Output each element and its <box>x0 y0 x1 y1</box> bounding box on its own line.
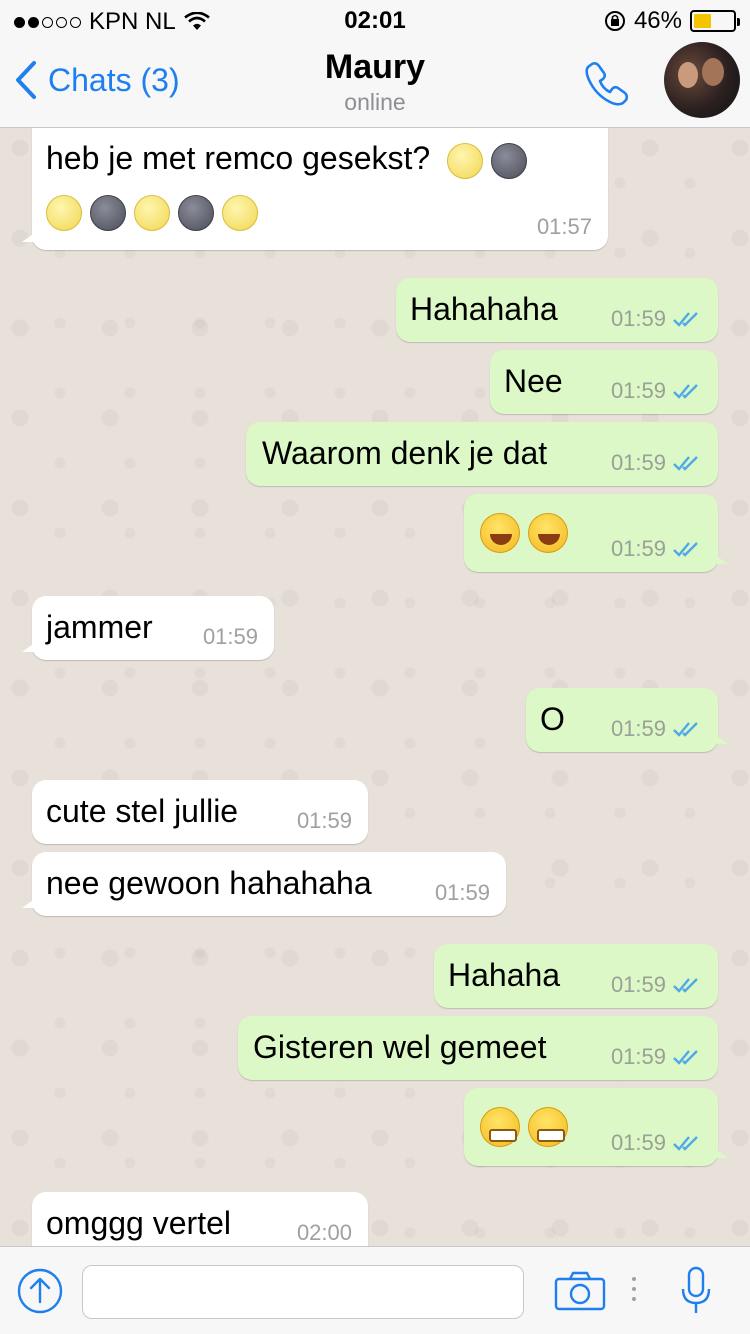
tears-of-joy-emoji-icon <box>528 512 568 553</box>
message-meta: 02:00 <box>297 1220 352 1246</box>
message-bubble-outgoing[interactable]: 01:59 <box>464 494 728 572</box>
message-text: Hahaha <box>448 957 561 993</box>
new-moon-face-emoji-icon <box>491 142 528 179</box>
double-check-icon <box>673 312 698 327</box>
message-meta: 01:59 <box>611 1130 702 1156</box>
double-check-icon <box>673 1050 698 1065</box>
message-time: 01:59 <box>202 624 258 649</box>
message-text: Waarom denk je dat <box>262 435 548 471</box>
full-moon-face-emoji-icon <box>134 194 170 231</box>
message-text: Gisteren wel gemeet <box>253 1029 547 1065</box>
contact-status: online <box>344 89 406 115</box>
camera-icon <box>554 1271 606 1311</box>
message-text: omggg vertel <box>46 1205 231 1241</box>
battery-percent: 46% <box>633 7 682 34</box>
message-meta: 01:59 <box>611 972 702 998</box>
microphone-button[interactable] <box>678 1265 714 1322</box>
message-bubble-outgoing[interactable]: 01:59 <box>464 1088 728 1166</box>
contact-info[interactable]: Maury online <box>0 48 750 116</box>
message-meta: 01:59 <box>611 378 702 404</box>
double-check-icon <box>673 722 698 737</box>
message-bubble-outgoing[interactable]: Hahahaha 01:59 <box>396 278 718 342</box>
message-time: 01:59 <box>610 450 666 475</box>
chat-header: Chats (3) Maury online <box>0 40 750 128</box>
message-bubble-outgoing[interactable]: Waarom denk je dat 01:59 <box>246 422 718 486</box>
message-meta: 01:59 <box>611 1044 702 1070</box>
message-list[interactable]: heb je met remco gesekst? 01:57 Hahahaha… <box>0 128 750 1246</box>
battery-level-fill <box>694 14 712 28</box>
message-time: 01:59 <box>610 306 666 331</box>
double-check-icon <box>673 384 698 399</box>
message-meta: 01:57 <box>537 214 592 240</box>
status-right: 46% <box>604 7 740 35</box>
orientation-lock-icon <box>604 11 625 31</box>
message-bubble-incoming[interactable]: cute stel jullie 01:59 <box>32 780 368 844</box>
double-check-icon <box>673 978 698 993</box>
double-check-icon <box>673 1136 698 1151</box>
message-meta: 01:59 <box>611 536 702 562</box>
message-time: 01:59 <box>610 378 666 403</box>
message-text: nee gewoon hahahaha <box>46 865 372 901</box>
message-meta: 01:59 <box>611 716 702 742</box>
phone-icon <box>585 62 629 106</box>
message-bubble-incoming[interactable]: jammer 01:59 <box>22 596 274 660</box>
tears-of-joy-emoji-icon <box>480 512 520 553</box>
full-moon-face-emoji-icon <box>46 194 82 231</box>
message-text: Nee <box>504 363 563 399</box>
full-moon-face-emoji-icon <box>222 194 258 231</box>
message-bubble-outgoing[interactable]: Hahaha 01:59 <box>434 944 718 1008</box>
message-time: 01:59 <box>610 536 666 561</box>
upload-arrow-icon <box>17 1268 63 1314</box>
composer-bar <box>0 1246 750 1334</box>
message-bubble-outgoing[interactable]: O 01:59 <box>526 688 728 752</box>
message-meta: 01:59 <box>203 624 258 650</box>
call-button[interactable] <box>582 58 632 113</box>
message-meta: 01:59 <box>611 306 702 332</box>
message-input[interactable] <box>82 1265 524 1319</box>
new-moon-face-emoji-icon <box>90 194 126 231</box>
message-time: 02:00 <box>296 1220 352 1245</box>
attach-button[interactable] <box>16 1267 64 1320</box>
new-moon-face-emoji-icon <box>178 194 214 231</box>
status-bar: KPN NL 02:01 46% <box>0 0 750 40</box>
message-time: 01:59 <box>296 808 352 833</box>
message-bubble-outgoing[interactable]: Gisteren wel gemeet 01:59 <box>238 1016 718 1080</box>
message-text: O <box>540 701 565 737</box>
message-time: 01:57 <box>536 214 592 239</box>
double-check-icon <box>673 456 698 471</box>
message-meta: 01:59 <box>435 880 490 906</box>
camera-button[interactable] <box>554 1271 606 1316</box>
message-bubble-outgoing[interactable]: Nee 01:59 <box>490 350 718 414</box>
grimacing-face-emoji-icon <box>528 1106 568 1147</box>
grimacing-face-emoji-icon <box>480 1106 520 1147</box>
message-bubble-incoming[interactable]: heb je met remco gesekst? 01:57 <box>22 128 608 250</box>
more-options-icon[interactable] <box>632 1277 636 1301</box>
message-meta: 01:59 <box>611 450 702 476</box>
double-check-icon <box>673 542 698 557</box>
message-bubble-incoming[interactable]: nee gewoon hahahaha 01:59 <box>22 852 506 916</box>
full-moon-face-emoji-icon <box>447 142 484 179</box>
message-time: 01:59 <box>610 1130 666 1155</box>
message-text: jammer <box>46 609 153 645</box>
message-text: cute stel jullie <box>46 793 239 829</box>
message-time: 01:59 <box>610 972 666 997</box>
message-time: 01:59 <box>610 1044 666 1069</box>
microphone-icon <box>681 1266 711 1313</box>
message-bubble-incoming[interactable]: omggg vertel 02:00 <box>32 1192 368 1246</box>
battery-icon <box>690 10 740 32</box>
contact-avatar[interactable] <box>664 42 740 118</box>
message-meta: 01:59 <box>297 808 352 834</box>
message-time: 01:59 <box>434 880 490 905</box>
message-time: 01:59 <box>610 716 666 741</box>
contact-name: Maury <box>324 48 426 86</box>
message-text: Hahahaha <box>410 291 558 327</box>
message-text: heb je met remco gesekst? <box>46 140 431 176</box>
